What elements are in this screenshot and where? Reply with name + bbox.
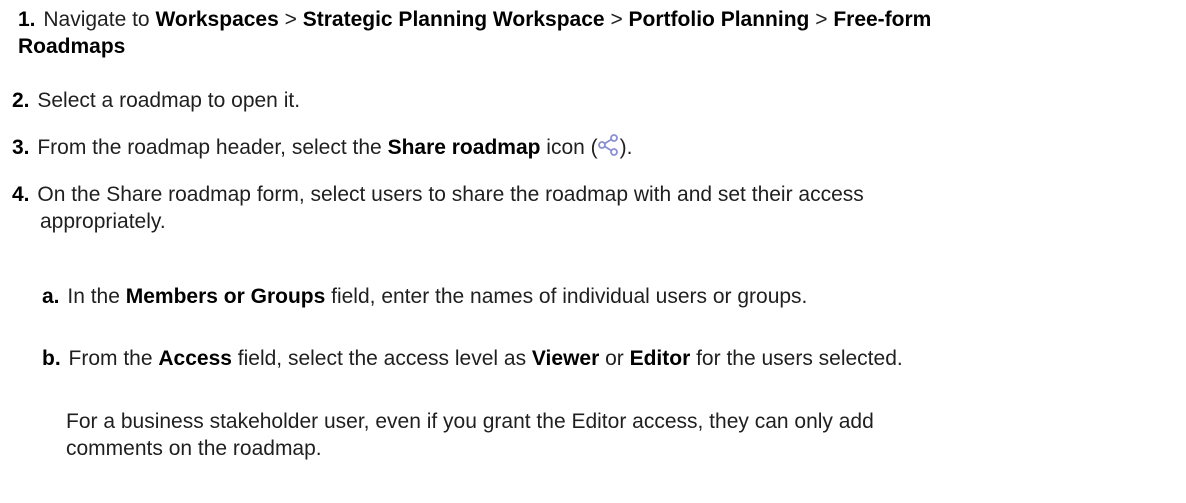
step-number: 1. <box>18 8 36 31</box>
note-line-2: comments on the roadmap. <box>66 437 322 460</box>
substep-text: From the <box>68 347 159 370</box>
substep-a: a. In the Members or Groups field, enter… <box>42 283 1172 310</box>
editor-label: Editor <box>629 347 691 370</box>
substep-text: field, select the access level as <box>231 347 532 370</box>
substep-letter: b. <box>42 347 61 370</box>
substep-letter: a. <box>42 285 60 308</box>
step-1: 1. Navigate to Workspaces > Strategic Pl… <box>18 6 1172 60</box>
path-separator: > <box>604 8 629 31</box>
members-or-groups-label: Members or Groups <box>125 285 326 308</box>
step-3: 3. From the roadmap header, select the S… <box>12 134 1172 161</box>
substep-b: b. From the Access field, select the acc… <box>42 345 1172 372</box>
note-paragraph: For a business stakeholder user, even if… <box>66 408 1146 462</box>
share-icon <box>597 134 620 156</box>
note-line-1: For a business stakeholder user, even if… <box>66 410 874 433</box>
step-text: ). <box>619 136 633 159</box>
path-free-form: Free-form <box>833 8 932 31</box>
step-2: 2. Select a roadmap to open it. <box>12 87 1172 114</box>
step-text: On the Share roadmap form, select users … <box>37 183 864 206</box>
step-text: Select a roadmap to open it. <box>37 89 301 112</box>
share-roadmap-label: Share roadmap <box>387 136 541 159</box>
path-workspaces: Workspaces <box>155 8 279 31</box>
step-number: 4. <box>12 183 30 206</box>
viewer-label: Viewer <box>531 347 600 370</box>
step-text: icon ( <box>540 136 598 159</box>
step-number: 3. <box>12 136 30 159</box>
path-separator: > <box>809 8 834 31</box>
substep-text: for the users selected. <box>690 347 903 370</box>
substep-text: In the <box>67 285 126 308</box>
step-text: Navigate to <box>43 8 156 31</box>
path-portfolio-planning: Portfolio Planning <box>628 8 810 31</box>
step-4: 4. On the Share roadmap form, select use… <box>12 181 1172 235</box>
step-text: From the roadmap header, select the <box>37 136 388 159</box>
substep-text: or <box>599 347 630 370</box>
document-body: 1. Navigate to Workspaces > Strategic Pl… <box>0 0 1186 503</box>
substep-text: field, enter the names of individual use… <box>325 285 808 308</box>
step-text-continued: appropriately. <box>40 210 166 233</box>
access-label: Access <box>158 347 232 370</box>
path-separator: > <box>278 8 303 31</box>
step-number: 2. <box>12 89 30 112</box>
path-strategic-planning-workspace: Strategic Planning Workspace <box>302 8 605 31</box>
path-roadmaps: Roadmaps <box>18 35 126 58</box>
